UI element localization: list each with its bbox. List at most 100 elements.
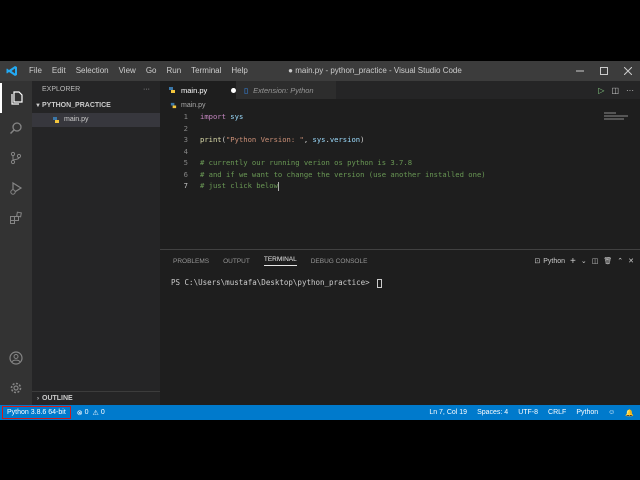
python-file-icon xyxy=(170,102,177,109)
code-editor[interactable]: 1 import sys 2 3 print("Python Version: … xyxy=(160,112,630,252)
activity-bar xyxy=(0,81,32,405)
menu-file[interactable]: File xyxy=(24,61,47,81)
tab-debug-console[interactable]: DEBUG CONSOLE xyxy=(311,258,368,265)
code-line[interactable]: print("Python Version: ", sys.version) xyxy=(200,135,364,144)
extension-icon: ▯ xyxy=(244,85,249,95)
menu-terminal[interactable]: Terminal xyxy=(186,61,226,81)
line-ending[interactable]: CRLF xyxy=(548,409,566,416)
explorer-icon[interactable] xyxy=(0,83,32,113)
split-terminal-icon[interactable]: ◫ xyxy=(592,257,599,265)
tab-label: main.py xyxy=(181,85,208,95)
warning-count: 0 xyxy=(100,409,105,416)
minimap[interactable] xyxy=(604,112,630,122)
code-line[interactable]: # and if we want to change the version (… xyxy=(200,170,486,179)
terminal-selector[interactable]: ⊡ Python xyxy=(534,257,566,266)
code-line[interactable]: # currently our running verion os python… xyxy=(200,158,412,167)
line-number: 3 xyxy=(183,135,188,144)
maximize-icon[interactable] xyxy=(592,61,616,81)
add-terminal-icon[interactable]: + xyxy=(570,256,576,267)
line-number: 1 xyxy=(183,112,188,121)
code-token: "Python Version: " xyxy=(225,135,304,144)
encoding[interactable]: UTF-8 xyxy=(518,409,538,416)
vscode-window: File Edit Selection View Go Run Terminal… xyxy=(0,61,640,420)
chevron-down-icon: ▼ xyxy=(35,103,41,109)
source-control-icon[interactable] xyxy=(0,143,32,173)
chevron-down-icon[interactable]: ⌄ xyxy=(581,257,587,265)
menu-go[interactable]: Go xyxy=(141,61,162,81)
tab-main-py[interactable]: main.py xyxy=(160,81,236,99)
bottom-panel: PROBLEMS OUTPUT TERMINAL DEBUG CONSOLE ⊡… xyxy=(160,249,640,405)
line-number: 4 xyxy=(183,146,188,156)
menu-edit[interactable]: Edit xyxy=(47,61,71,81)
terminal-output[interactable]: PS C:\Users\mustafa\Desktop\python_pract… xyxy=(160,272,640,288)
title-bar: File Edit Selection View Go Run Terminal… xyxy=(0,61,640,81)
run-python-file-icon[interactable]: ▷ xyxy=(598,86,604,95)
tab-extension-python[interactable]: ▯ Extension: Python xyxy=(236,81,336,99)
menu-selection[interactable]: Selection xyxy=(71,61,114,81)
language-mode[interactable]: Python xyxy=(576,409,598,416)
status-bar: Python 3.8.6 64-bit ⊗ 0 ⚠ 0 Ln 7, Col 19… xyxy=(0,405,640,420)
editor-tabs: main.py ▯ Extension: Python ▷ ◫ ··· xyxy=(160,81,640,99)
code-line[interactable]: # just click below xyxy=(200,181,279,191)
code-token: import xyxy=(200,112,226,121)
code-line[interactable]: import sys xyxy=(200,112,243,121)
line-number: 2 xyxy=(183,123,188,133)
workspace-folder[interactable]: ▼ PYTHON_PRACTICE xyxy=(32,99,160,113)
chevron-right-icon: › xyxy=(37,395,39,402)
close-panel-icon[interactable]: ✕ xyxy=(628,257,634,265)
minimize-icon[interactable] xyxy=(568,61,592,81)
tab-output[interactable]: OUTPUT xyxy=(223,258,250,265)
tab-label: Extension: Python xyxy=(253,85,314,95)
file-item-main-py[interactable]: main.py xyxy=(32,113,160,127)
menu-run[interactable]: Run xyxy=(161,61,186,81)
line-number: 7 xyxy=(183,181,188,190)
error-icon: ⊗ xyxy=(76,409,83,417)
terminal-name: Python xyxy=(543,257,566,265)
file-item-label: main.py xyxy=(64,116,89,123)
indentation[interactable]: Spaces: 4 xyxy=(477,409,508,416)
gear-icon[interactable] xyxy=(0,373,32,403)
menu-view[interactable]: View xyxy=(114,61,141,81)
problems-indicator[interactable]: ⊗ 0 ⚠ 0 xyxy=(77,409,105,417)
account-icon[interactable] xyxy=(0,343,32,373)
trash-icon[interactable]: 🗑 xyxy=(603,257,612,265)
outline-label: OUTLINE xyxy=(42,394,73,402)
menu-help[interactable]: Help xyxy=(226,61,252,81)
extensions-icon[interactable] xyxy=(0,203,32,233)
code-token: sys xyxy=(312,135,326,144)
terminal-cursor xyxy=(377,278,383,288)
run-debug-icon[interactable] xyxy=(0,173,32,203)
cursor-position[interactable]: Ln 7, Col 19 xyxy=(429,409,467,416)
code-token: sys xyxy=(225,112,244,121)
line-number: 5 xyxy=(183,158,188,167)
code-token: ) xyxy=(360,135,365,144)
code-token: , xyxy=(303,135,313,144)
terminal-icon: ⊡ xyxy=(534,258,541,265)
more-actions-icon[interactable]: ··· xyxy=(626,86,634,95)
search-icon[interactable] xyxy=(0,113,32,143)
terminal-prompt: PS C:\Users\mustafa\Desktop\python_pract… xyxy=(171,278,375,287)
code-token: print xyxy=(200,135,222,144)
workspace-folder-label: PYTHON_PRACTICE xyxy=(42,102,111,109)
bell-icon[interactable]: 🔔 xyxy=(625,409,634,417)
tab-problems[interactable]: PROBLEMS xyxy=(173,258,209,265)
window-title: ● main.py - python_practice - Visual Stu… xyxy=(288,66,462,75)
close-icon[interactable] xyxy=(616,61,640,81)
python-interpreter-selector[interactable]: Python 3.8.6 64-bit xyxy=(2,406,71,419)
text-cursor xyxy=(277,181,279,191)
outline-section[interactable]: › OUTLINE xyxy=(32,391,160,405)
more-actions-icon[interactable]: ··· xyxy=(143,81,150,99)
python-file-icon xyxy=(52,116,60,124)
error-count: 0 xyxy=(84,409,89,416)
explorer-sidebar: EXPLORER ··· ▼ PYTHON_PRACTICE main.py ›… xyxy=(32,81,160,405)
explorer-title: EXPLORER xyxy=(42,86,81,93)
maximize-panel-icon[interactable]: ⌃ xyxy=(617,257,623,265)
feedback-icon[interactable]: ☺ xyxy=(608,409,615,416)
explorer-header: EXPLORER ··· xyxy=(32,81,160,99)
breadcrumb-file[interactable]: main.py xyxy=(181,102,206,109)
tab-terminal[interactable]: TERMINAL xyxy=(263,256,297,266)
code-token: version xyxy=(329,135,361,144)
python-file-icon xyxy=(168,86,176,94)
vscode-logo-icon xyxy=(0,61,24,81)
split-editor-icon[interactable]: ◫ xyxy=(611,86,619,95)
